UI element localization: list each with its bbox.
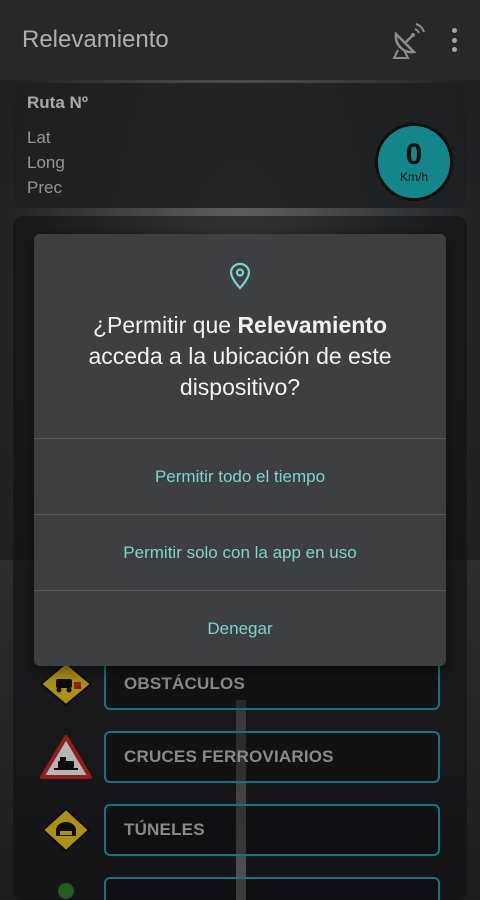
deny-button[interactable]: Denegar xyxy=(34,590,446,666)
location-permission-dialog: ¿Permitir que Relevamiento acceda a la u… xyxy=(34,234,446,666)
allow-while-using-button[interactable]: Permitir solo con la app en uso xyxy=(34,514,446,590)
dialog-title: ¿Permitir que Relevamiento acceda a la u… xyxy=(88,312,392,400)
allow-all-time-button[interactable]: Permitir todo el tiempo xyxy=(34,438,446,514)
location-pin-icon xyxy=(229,262,251,290)
